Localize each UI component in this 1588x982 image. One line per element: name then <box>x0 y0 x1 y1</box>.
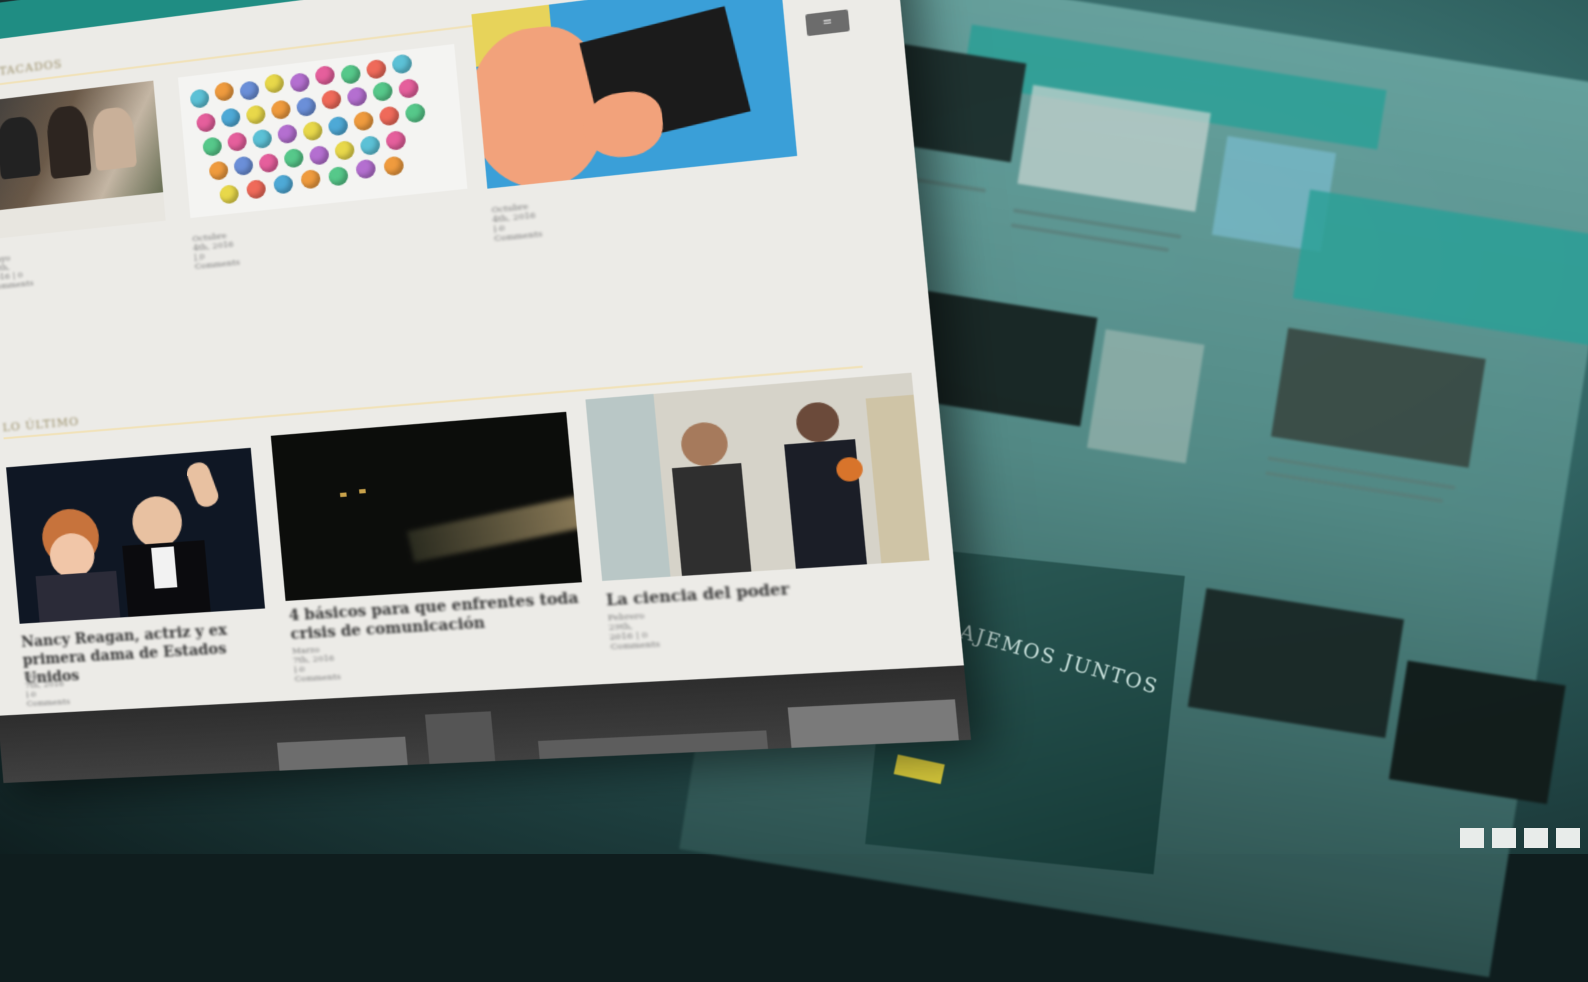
candy <box>252 128 273 150</box>
candy <box>189 88 210 109</box>
candy <box>314 64 336 86</box>
candy <box>385 130 407 151</box>
background-banner-button <box>893 754 945 785</box>
candy <box>264 73 285 94</box>
candy <box>334 140 356 161</box>
background-photo-meeting-2 <box>1271 327 1486 468</box>
candy <box>214 81 235 102</box>
candy <box>283 147 305 169</box>
background-teal-panel <box>1292 189 1588 346</box>
candy <box>404 102 426 124</box>
candy <box>258 152 279 174</box>
side-toggle-button[interactable]: ≡ <box>805 9 850 37</box>
colorful-candies-photo[interactable] <box>177 43 468 219</box>
candy <box>226 131 248 153</box>
candy <box>208 160 229 181</box>
candy <box>378 105 400 127</box>
candy <box>340 63 362 85</box>
background-text-line <box>1264 470 1444 504</box>
candy <box>359 135 381 156</box>
background-photo-office <box>1086 329 1205 464</box>
background-pagination-squares <box>1460 828 1580 848</box>
candy <box>372 81 394 103</box>
background-photo-night-2 <box>1388 660 1566 805</box>
candy <box>398 77 420 100</box>
candy <box>239 80 260 101</box>
candy <box>195 112 217 133</box>
candy <box>365 58 387 80</box>
candy <box>302 120 324 142</box>
candy <box>355 158 377 180</box>
candy <box>383 155 405 177</box>
candy <box>346 86 368 108</box>
candy <box>391 53 413 75</box>
candy <box>327 115 349 137</box>
laptop-screen: DESTACADOS Mayo 12th, 2016 | 0 Comments … <box>0 0 972 783</box>
pop-art-illustration[interactable] <box>471 0 798 189</box>
dark-night-photo[interactable] <box>270 411 582 601</box>
candy <box>218 184 240 205</box>
background-square <box>1492 828 1516 848</box>
background-photo-reagan-2 <box>1187 588 1405 739</box>
background-text-line <box>1010 223 1170 253</box>
candy <box>270 99 292 121</box>
candy <box>300 168 322 190</box>
candy <box>202 136 223 157</box>
candy <box>245 104 267 126</box>
candy <box>220 107 241 128</box>
group-meeting-photo[interactable] <box>0 80 166 240</box>
reagan-couple-photo[interactable] <box>6 447 266 624</box>
candy <box>353 110 375 132</box>
candy <box>295 96 317 118</box>
candy <box>289 72 311 93</box>
background-square <box>1524 828 1548 848</box>
candy <box>245 179 267 200</box>
candy <box>321 89 342 111</box>
candy <box>327 165 349 187</box>
candy <box>308 144 330 166</box>
candy <box>277 123 298 145</box>
candy <box>273 173 294 195</box>
background-text-line <box>1012 208 1182 239</box>
candy <box>233 155 254 177</box>
office-basketball-photo[interactable] <box>585 372 930 581</box>
recent-card-3-title[interactable]: La ciencia del poder <box>605 572 922 611</box>
background-square <box>1556 828 1580 848</box>
background-square <box>1460 828 1484 848</box>
